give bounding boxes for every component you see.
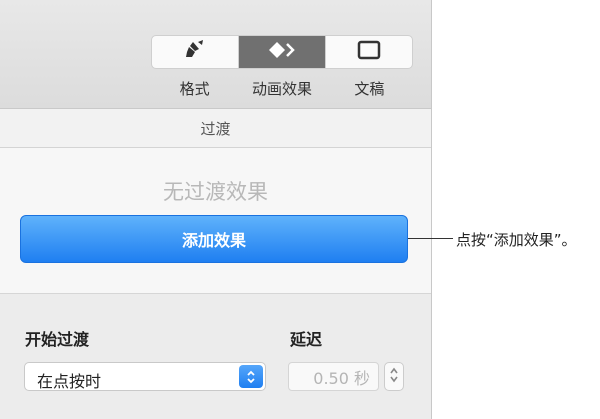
tab-labels: 格式 动画效果 文稿: [151, 78, 413, 99]
no-transition-text: 无过渡效果: [163, 180, 268, 204]
tab-document-label: 文稿: [354, 80, 385, 98]
transition-options: 开始过渡 延迟 在点按时 0.50 秒: [0, 294, 431, 419]
start-transition-popup[interactable]: 在点按时: [24, 362, 266, 391]
document-icon: [357, 40, 381, 64]
callout-text: 点按“添加效果”。: [456, 231, 577, 249]
add-effect-button[interactable]: 添加效果: [20, 215, 408, 263]
animate-inspector-panel: 格式 动画效果 文稿 过渡 无过渡效果 添加效果 开始过渡 延迟 在点按时 0.…: [0, 0, 432, 419]
section-title: 过渡: [0, 109, 431, 148]
transition-content: 无过渡效果 添加效果: [0, 148, 431, 294]
paintbrush-icon: [184, 40, 206, 64]
start-transition-value: 在点按时: [37, 372, 102, 391]
tab-format-label: 格式: [179, 80, 210, 98]
callout-line: [408, 238, 453, 239]
stepper-arrows-icon: [389, 365, 399, 389]
tab-format[interactable]: [152, 36, 238, 68]
start-transition-label: 开始过渡: [25, 330, 90, 349]
delay-field[interactable]: 0.50 秒: [288, 362, 379, 391]
delay-label: 延迟: [290, 330, 323, 349]
tab-document[interactable]: [325, 36, 412, 68]
delay-stepper[interactable]: [384, 362, 404, 391]
chevron-updown-icon: [239, 365, 263, 388]
tab-animate-label: 动画效果: [251, 80, 312, 98]
diamond-arrow-icon: [267, 40, 297, 64]
tab-animate[interactable]: [238, 36, 325, 68]
inspector-tab-control: [151, 35, 413, 69]
inspector-toolbar: 格式 动画效果 文稿: [0, 0, 431, 109]
